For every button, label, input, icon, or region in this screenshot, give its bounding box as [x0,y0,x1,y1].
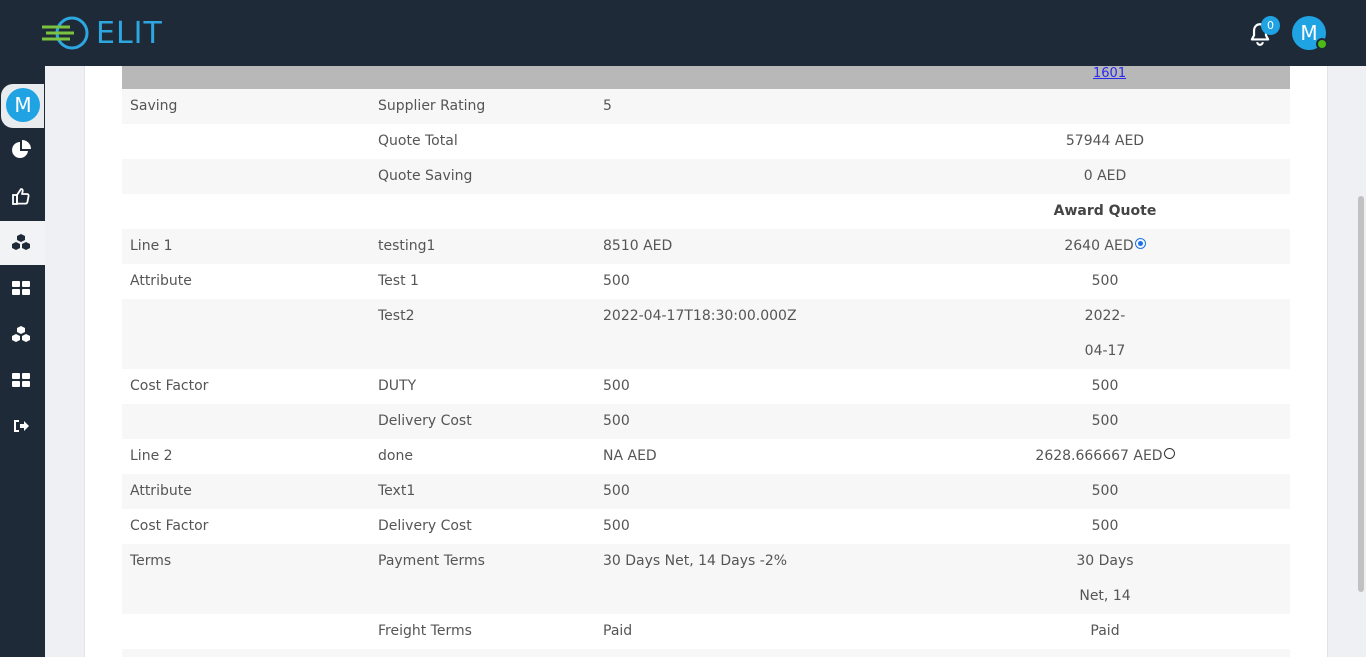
row-value: 500 [603,378,630,394]
table-row: Terms Payment Terms 30 Days Net, 14 Days… [122,544,1290,639]
quote-value: 30 Days Net, 14 Days -2% [1072,553,1139,639]
row-value: NA AED [603,448,657,464]
row-field: Delivery Cost [378,518,472,534]
row-value: 5 [603,98,612,114]
row-label: Line 2 [130,448,173,464]
table-row: Line 2 done NA AED 2628.666667 AED [122,439,1290,474]
quote-value: 2640 AED [1064,238,1134,254]
row-label: Saving [130,98,178,114]
cubes-icon[interactable] [11,325,31,345]
quote-value: 57944 AED [1065,133,1145,149]
row-label: Cost Factor [130,518,209,534]
quote-value: 500 [1091,518,1119,534]
table-row: Attribute Test 1 500 500 [122,264,1290,299]
award-radio-line-1[interactable] [1134,238,1146,249]
row-field: Text1 [378,483,416,499]
brand-name: ELIT [96,15,163,51]
row-value: 500 [603,413,630,429]
row-label: Line 1 [130,238,173,254]
sidebar-profile[interactable]: M [1,84,44,128]
grid-icon[interactable] [11,370,31,390]
sidebar-avatar: M [6,88,40,122]
row-value: Paid [603,623,633,639]
quote-comparison-table: 1601 Saving Supplier Rating 5 Quote Tota… [122,66,1290,657]
sidebar: M [0,66,45,657]
quote-value: 500 [1091,378,1119,394]
row-value: 8510 AED [603,238,673,254]
table-row: Quote Total 57944 AED [122,124,1290,159]
logo[interactable]: ELIT [40,14,163,52]
quote-value: Paid [1090,623,1120,639]
quote-value: 2628.666667 AED [1035,448,1163,464]
row-label: Attribute [130,483,192,499]
row-field: Test 1 [378,273,419,289]
award-radio-line-2[interactable] [1163,448,1175,459]
row-field: testing1 [378,238,436,254]
pie-chart-icon[interactable] [11,140,31,160]
table-row: Cost Factor Delivery Cost 500 500 [122,509,1290,544]
sign-out-icon[interactable] [11,416,31,436]
row-field: Quote Saving [378,168,473,184]
table-row: Quote Saving 0 AED [122,159,1290,194]
table-row: Line 1 testing1 8510 AED 2640 AED [122,229,1290,264]
row-field: done [378,448,413,464]
table-row: Attribute Text1 500 500 [122,474,1290,509]
grid-icon[interactable] [11,278,31,298]
online-status-dot [1316,38,1328,50]
table-row [122,649,1290,657]
top-bar: ELIT 0 M [0,0,1366,66]
quote-link[interactable]: 1601 [1093,66,1126,81]
row-value: 30 Days Net, 14 Days -2% [603,553,788,569]
award-cell: 2640 AED [962,229,1248,264]
row-label: Terms [130,553,172,569]
row-value: 500 [603,483,630,499]
table-row: Delivery Cost 500 500 [122,404,1290,439]
cubes-icon [12,234,30,250]
quote-value: 2022-04-17T18:30:00.000Z [1083,308,1128,464]
table-row: Saving Supplier Rating 5 [122,89,1290,124]
table-row: Award Quote [122,194,1290,229]
row-field: DUTY [378,378,417,394]
row-field: Payment Terms [378,553,485,569]
notification-badge: 0 [1261,16,1280,35]
row-field: Test2 [378,308,415,324]
table-row: Test2 2022-04-17T18:30:00.000Z 2022-04-1… [122,299,1290,464]
table-header-row: 1601 [122,66,1290,89]
award-cell: 2628.666667 AED [962,439,1248,474]
quote-value: 500 [1091,273,1119,289]
table-row: Freight Terms Paid Paid [122,614,1290,649]
row-field: Freight Terms [378,623,472,639]
row-label: Attribute [130,273,192,289]
scrollbar-thumb[interactable] [1358,196,1364,592]
quote-value: 0 AED [1083,168,1127,184]
row-value: 500 [603,518,630,534]
row-field: Supplier Rating [378,98,486,114]
row-field: Quote Total [378,133,458,149]
quote-value: 500 [1091,483,1119,499]
row-label: Cost Factor [130,378,209,394]
table-row: Cost Factor DUTY 500 500 [122,369,1290,404]
logo-icon [42,16,89,50]
quote-value [962,89,1248,124]
thumbs-up-icon[interactable] [11,186,31,206]
row-field: Delivery Cost [378,413,472,429]
quote-value: 500 [1091,413,1119,429]
row-value: 2022-04-17T18:30:00.000Z [603,308,797,324]
award-quote-heading: Award Quote [1053,203,1157,219]
row-value: 500 [603,273,630,289]
